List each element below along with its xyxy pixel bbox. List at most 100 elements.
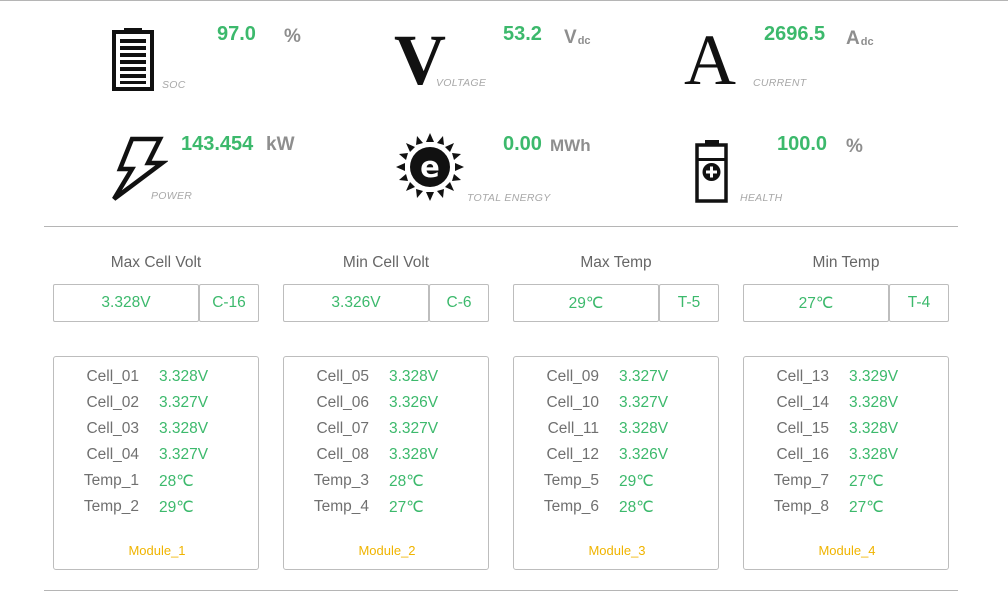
module-row: Temp_7 27℃ [744,472,950,498]
row-label: Cell_02 [86,394,139,411]
stat-title: Min Temp [812,254,880,271]
top-divider [0,0,1008,1]
health-label: HEALTH [740,192,783,204]
row-value: 29℃ [159,499,194,516]
module-row: Cell_01 3.328V [54,368,260,394]
module-row: Cell_03 3.328V [54,420,260,446]
stat-id-box: C-6 [429,284,489,322]
module-row: Cell_08 3.328V [284,446,490,472]
module-row: Cell_11 3.328V [514,420,720,446]
row-label: Temp_4 [313,498,369,515]
row-value: 3.328V [849,446,899,463]
soc-unit: % [284,26,301,47]
row-label: Cell_04 [86,446,139,463]
row-value: 29℃ [619,473,654,490]
row-label: Cell_03 [86,420,139,437]
module-row: Temp_3 28℃ [284,472,490,498]
voltage-value: 53.2 [503,23,542,45]
row-value: 3.327V [619,394,669,411]
module-row: Temp_6 28℃ [514,498,720,524]
soc-value: 97.0 [217,23,256,45]
row-label: Cell_16 [776,446,829,463]
voltage-label: VOLTAGE [436,77,487,89]
voltage-unit: Vdc [564,27,591,49]
row-label: Cell_07 [316,420,369,437]
row-label: Cell_05 [316,368,369,385]
svg-text:e: e [420,150,440,184]
row-value: 3.328V [849,394,899,411]
module-row: Cell_04 3.327V [54,446,260,472]
row-value: 27℃ [849,499,884,516]
module-row: Temp_4 27℃ [284,498,490,524]
current-unit-sub: dc [860,36,874,48]
row-value: 3.327V [159,446,209,463]
row-value: 27℃ [849,473,884,490]
stat-value-box: 27℃ [743,284,889,322]
row-value: 3.327V [619,368,669,385]
module-row: Cell_16 3.328V [744,446,950,472]
module-row: Cell_14 3.328V [744,394,950,420]
current-unit: Adc [846,28,874,50]
total-energy-unit: MWh [550,136,591,155]
module-row: Cell_12 3.326V [514,446,720,472]
row-value: 3.327V [389,420,439,437]
module-row: Cell_02 3.327V [54,394,260,420]
current-unit-main: A [846,28,860,49]
row-label: Cell_11 [547,420,599,437]
row-label: Cell_14 [776,394,829,411]
row-value: 3.329V [849,368,899,385]
row-label: Temp_8 [773,498,829,515]
voltage-unit-main: V [564,27,577,48]
module-row: Cell_13 3.329V [744,368,950,394]
row-label: Cell_08 [316,446,369,463]
power-label: POWER [151,190,193,202]
current-label: CURRENT [753,77,807,89]
row-label: Cell_12 [546,446,599,463]
module-row: Temp_5 29℃ [514,472,720,498]
row-label: Cell_10 [546,394,599,411]
stat-value-box: 3.326V [283,284,429,322]
module-name: Module_1 [128,543,186,558]
module-row: Cell_10 3.327V [514,394,720,420]
module-row: Cell_05 3.328V [284,368,490,394]
stat-value-box: 3.328V [53,284,199,322]
module-card: Cell_09 3.327V Cell_10 3.327V Cell_11 3.328… [513,356,719,570]
row-value: 28℃ [159,473,194,490]
stat-id-box: T-4 [889,284,949,322]
stat-id-box: C-16 [199,284,259,322]
stat-id-box: T-5 [659,284,719,322]
module-row: Cell_06 3.326V [284,394,490,420]
stat-value-box: 29℃ [513,284,659,322]
row-value: 3.328V [389,446,439,463]
row-label: Temp_5 [543,472,599,489]
module-name: Module_4 [818,543,876,558]
total-energy-label: TOTAL ENERGY [467,192,551,204]
row-value: 28℃ [389,473,424,490]
module-row: Cell_09 3.327V [514,368,720,394]
row-label: Temp_7 [773,472,829,489]
row-value: 3.327V [159,394,209,411]
row-label: Temp_1 [83,472,139,489]
module-card: Cell_01 3.328V Cell_02 3.327V Cell_03 3.328… [53,356,259,570]
row-label: Cell_01 [86,368,139,385]
module-card: Cell_13 3.329V Cell_14 3.328V Cell_15 3.328… [743,356,949,570]
row-label: Cell_09 [546,368,599,385]
power-value: 143.454 [181,133,254,155]
module-row: Cell_15 3.328V [744,420,950,446]
voltage-unit-sub: dc [577,35,591,47]
row-label: Temp_6 [543,498,599,515]
row-value: 3.328V [849,420,899,437]
soc-label: SOC [162,79,186,91]
power-unit: kW [266,134,295,155]
row-label: Cell_13 [776,368,829,385]
health-unit: % [846,136,863,157]
section-divider [44,226,958,227]
energy-sun-icon: e [396,133,464,201]
battery-level-icon [112,28,154,91]
module-row: Cell_07 3.327V [284,420,490,446]
row-label: Temp_3 [313,472,369,489]
row-value: 3.328V [159,368,209,385]
row-label: Temp_2 [83,498,139,515]
row-value: 3.328V [389,368,439,385]
stat-title: Max Cell Volt [110,254,202,271]
